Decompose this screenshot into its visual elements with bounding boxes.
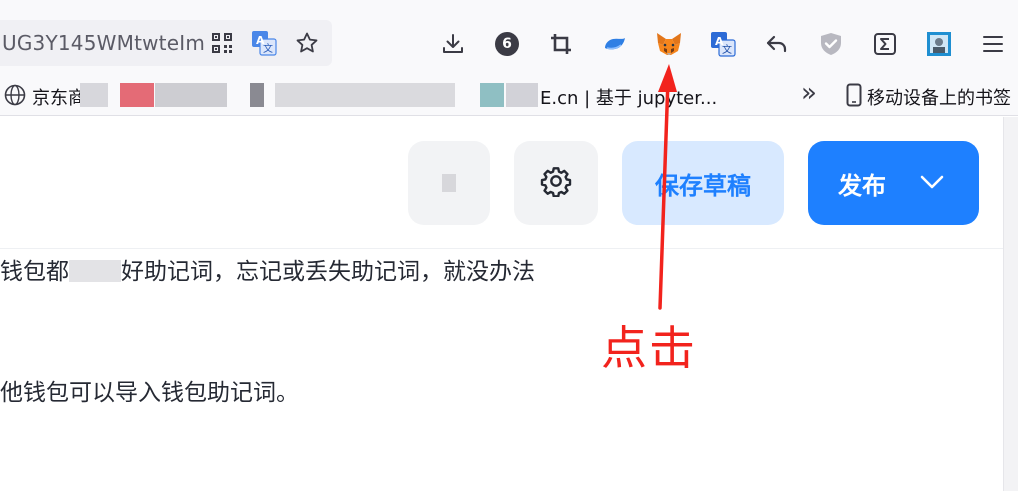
url-text[interactable]: UG3Y145WMtwteIm xyxy=(0,31,206,55)
redacted-region xyxy=(250,83,264,107)
crop-icon[interactable] xyxy=(546,29,576,59)
publish-button[interactable]: 发布 xyxy=(808,141,979,225)
qr-code-icon[interactable] xyxy=(208,29,236,57)
settings-button[interactable] xyxy=(514,141,598,225)
mobile-device-icon xyxy=(846,83,862,112)
toolbar-divider xyxy=(0,248,1003,249)
sigma-extension-icon[interactable] xyxy=(870,29,900,59)
article-paragraph-1: 钱包都 好助记词，忘记或丢失助记词，就没办法 xyxy=(0,252,535,286)
blurred-icon xyxy=(442,174,456,192)
badge-count: 6 xyxy=(495,32,519,56)
translate-extension-icon[interactable]: A文 xyxy=(708,29,738,59)
article-paragraph-2: 他钱包可以导入钱包助记词。 xyxy=(0,380,299,406)
translate-icon[interactable]: A文 xyxy=(250,29,278,57)
redacted-region xyxy=(120,83,154,107)
annotation-label: 点击 xyxy=(601,321,697,375)
extension-badge-icon[interactable]: 6 xyxy=(492,29,522,59)
address-bar[interactable]: UG3Y145WMtwteIm A文 xyxy=(0,20,332,66)
bookmark-item-1[interactable]: 京东商 xyxy=(32,84,86,110)
redacted-region xyxy=(155,83,227,107)
shield-icon[interactable] xyxy=(816,29,846,59)
metamask-fox-icon[interactable] xyxy=(654,29,684,59)
bookmarks-overflow-chevron-icon[interactable]: » xyxy=(801,78,817,108)
redacted-region xyxy=(275,83,455,107)
cloud-extension-icon[interactable] xyxy=(600,29,630,59)
save-draft-button[interactable]: 保存草稿 xyxy=(622,141,784,225)
globe-icon xyxy=(4,84,26,111)
bookmark-star-icon[interactable] xyxy=(293,29,321,57)
download-icon[interactable] xyxy=(438,29,468,59)
svg-text:文: 文 xyxy=(263,42,273,55)
back-arrow-icon[interactable] xyxy=(762,29,792,59)
profile-extension-icon[interactable] xyxy=(924,29,954,59)
chevron-down-icon[interactable] xyxy=(919,171,945,200)
scrollbar[interactable] xyxy=(1003,117,1018,491)
paragraph-text: 钱包都 xyxy=(0,259,69,285)
paragraph-text: 好助记词，忘记或丢失助记词，就没办法 xyxy=(121,259,535,285)
blurred-tool-button[interactable] xyxy=(408,141,490,225)
redacted-region xyxy=(506,83,538,107)
redacted-region xyxy=(480,83,504,107)
redacted-region xyxy=(69,260,121,282)
mobile-bookmarks-link[interactable]: 移动设备上的书签 xyxy=(867,84,1011,110)
gear-icon xyxy=(540,165,572,202)
redacted-region xyxy=(80,83,108,107)
annotation-arrow xyxy=(658,64,677,310)
publish-label: 发布 xyxy=(838,172,886,200)
menu-icon[interactable] xyxy=(978,29,1008,59)
svg-text:文: 文 xyxy=(722,43,732,56)
bookmarks-toolbar: 京东商 E.cn | 基于 jupyter... » 移动设备上的书签 xyxy=(0,74,1018,116)
bookmark-item-2[interactable]: E.cn | 基于 jupyter... xyxy=(540,84,717,110)
browser-toolbar: UG3Y145WMtwteIm A文 6 A文 xyxy=(0,0,1018,74)
